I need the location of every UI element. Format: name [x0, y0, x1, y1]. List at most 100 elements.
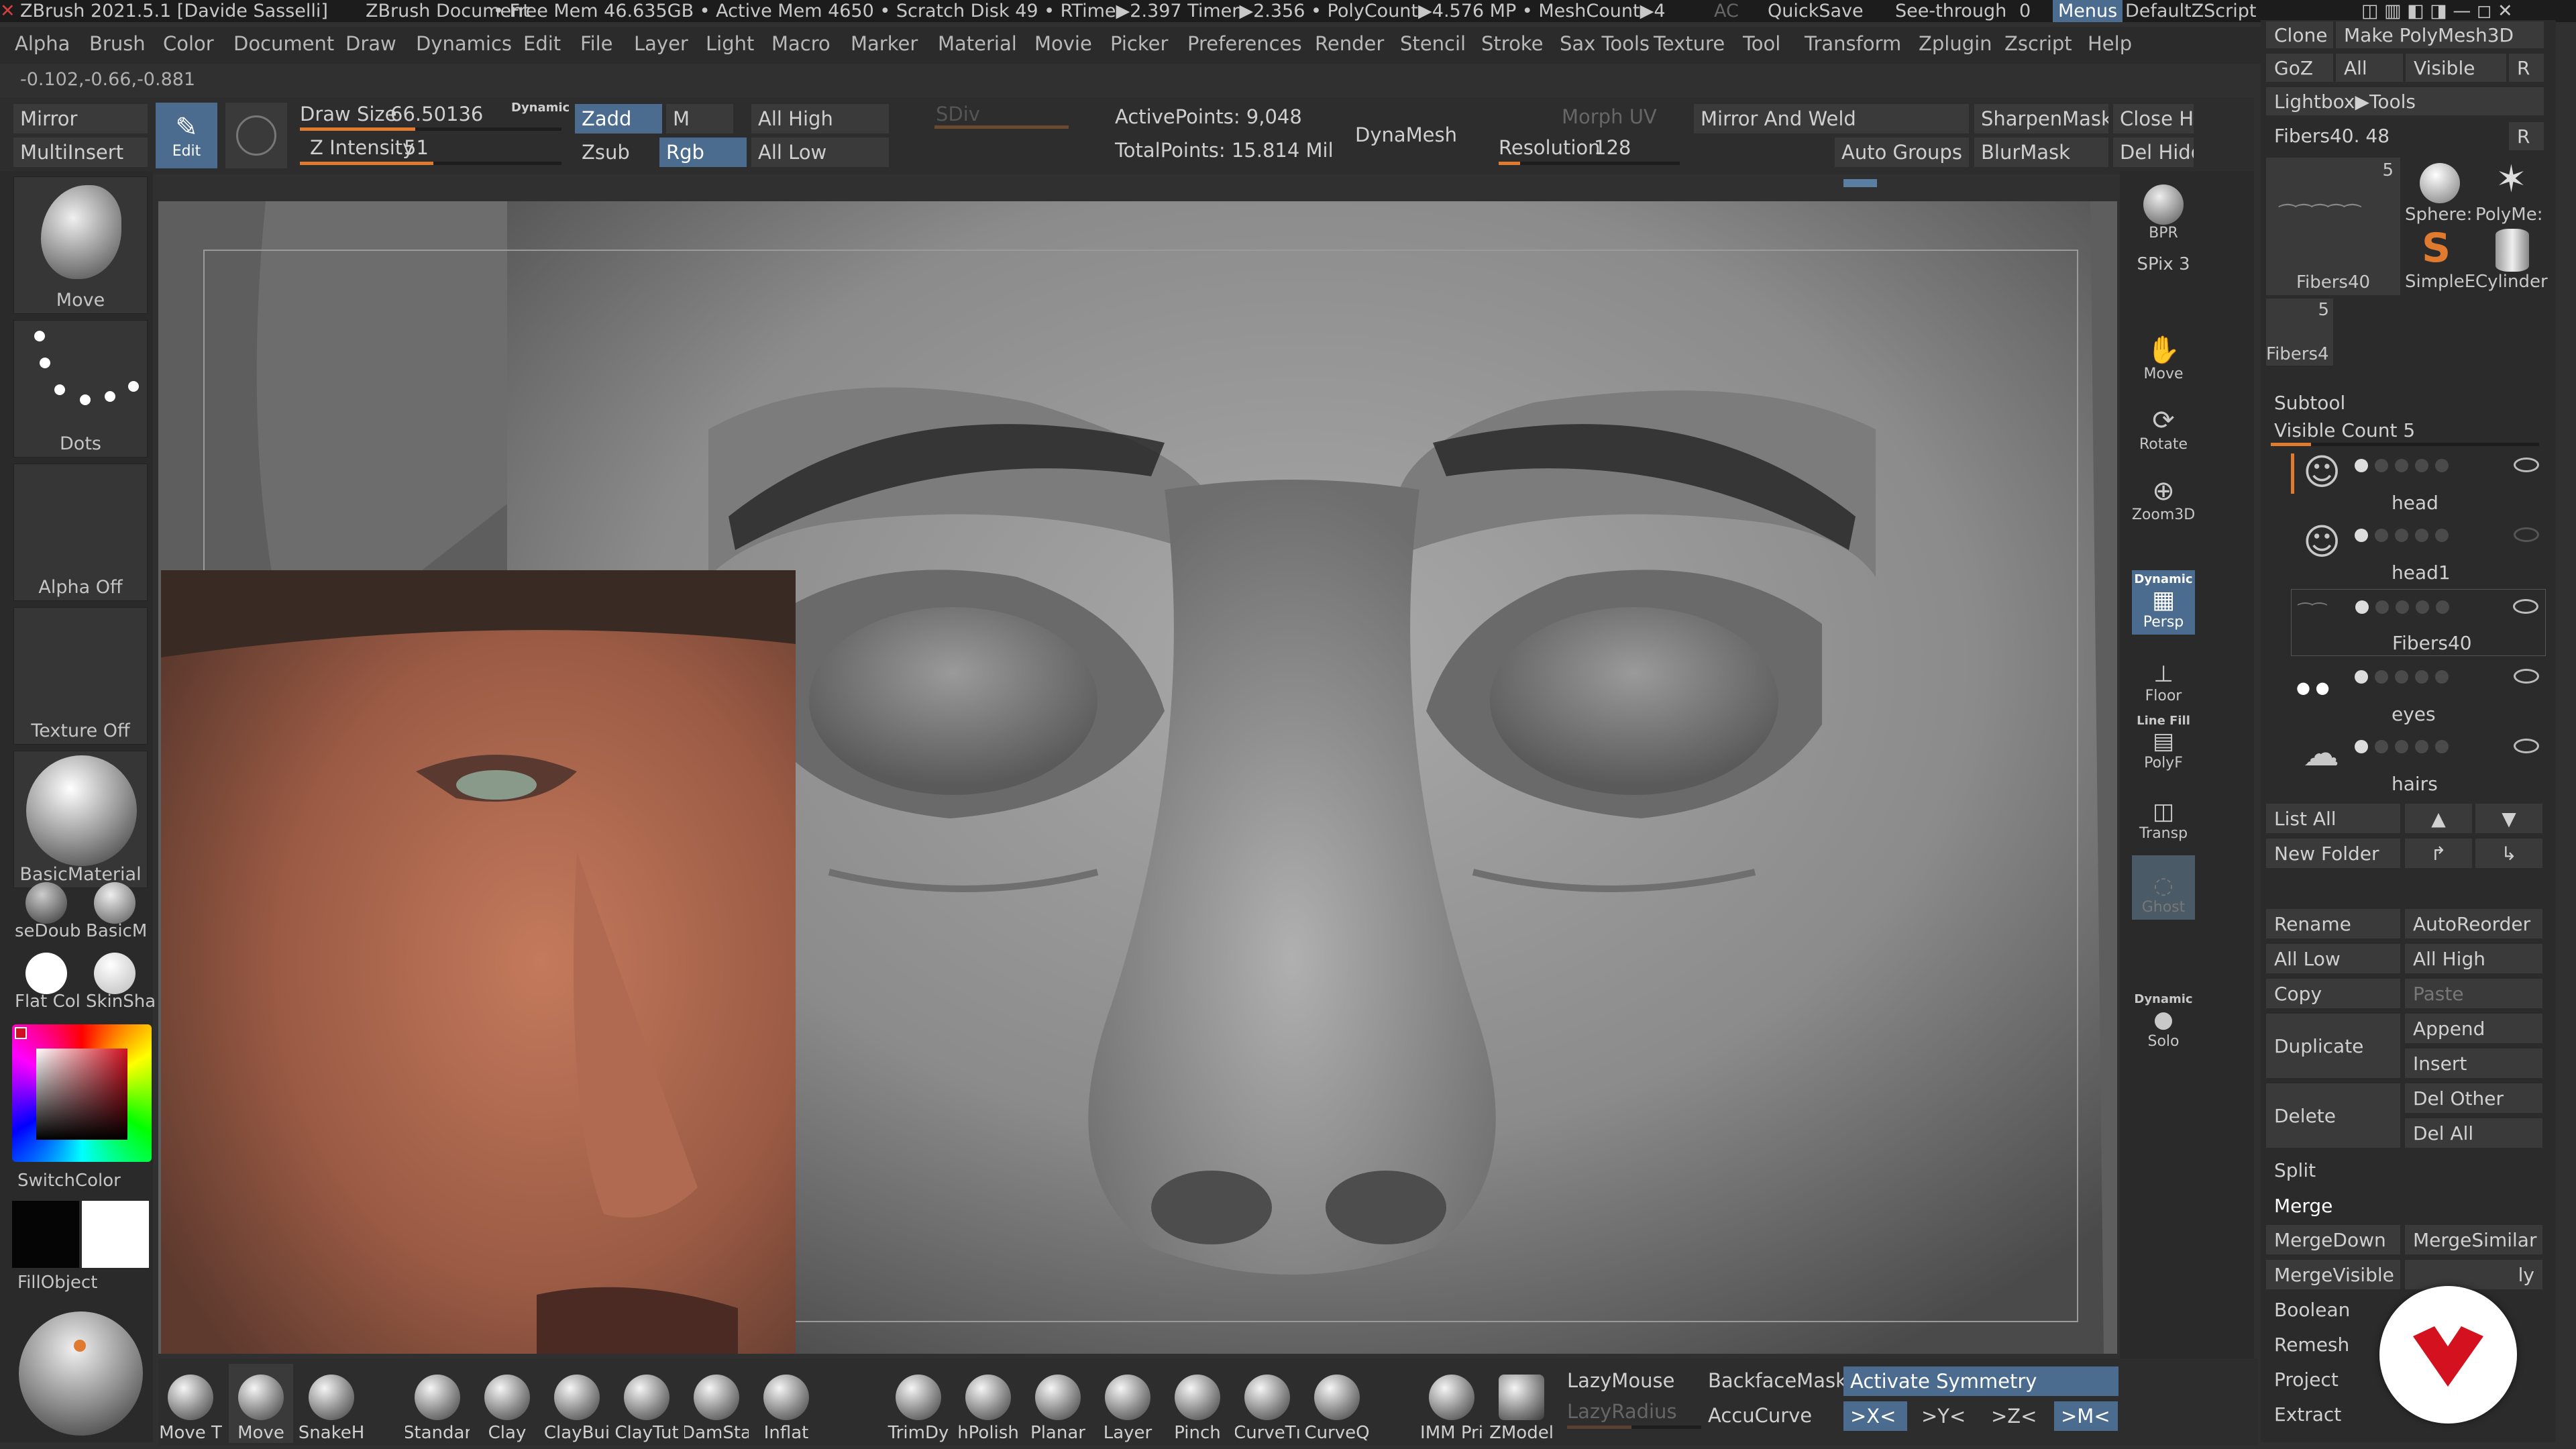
- subtool-head-toggles[interactable]: [2355, 459, 2449, 472]
- material-swatch-3[interactable]: [25, 953, 67, 994]
- draw-mode-button[interactable]: [225, 103, 287, 168]
- color-picker[interactable]: [12, 1024, 152, 1162]
- brush-standard[interactable]: Standar: [405, 1364, 470, 1443]
- auto-groups-button[interactable]: Auto Groups: [1835, 138, 1969, 167]
- tool-thumb-simplebrush[interactable]: S SimpleE: [2405, 225, 2475, 292]
- merge-visible-button[interactable]: MergeVisible: [2266, 1260, 2400, 1289]
- close-holes-button[interactable]: Close Hc: [2113, 104, 2194, 133]
- move-down-arrow-icon[interactable]: ▼: [2475, 804, 2542, 833]
- subtool-row-fibers[interactable]: ⁀⁀ Fibers40: [2291, 589, 2546, 656]
- merge-visible-extra-button[interactable]: ly: [2405, 1260, 2542, 1289]
- del-all-button[interactable]: Del All: [2405, 1118, 2542, 1148]
- eye-icon[interactable]: [2514, 458, 2539, 472]
- symmetry-z-button[interactable]: >Z<: [1984, 1401, 2048, 1431]
- brush-clay[interactable]: Clay: [475, 1364, 539, 1443]
- subtool-row-hairs[interactable]: ☁ hairs: [2291, 729, 2546, 796]
- all-low-subtool-button[interactable]: All Low: [2266, 944, 2400, 973]
- menu-document[interactable]: Document: [233, 32, 334, 55]
- menu-light[interactable]: Light: [706, 32, 754, 55]
- z-intensity-value[interactable]: 51: [404, 136, 429, 159]
- subtool-fibers-toggles[interactable]: [2355, 600, 2449, 614]
- default-zscript-button[interactable]: DefaultZScript: [2125, 0, 2256, 22]
- eye-icon[interactable]: [2514, 739, 2539, 753]
- append-button[interactable]: Append: [2405, 1014, 2542, 1043]
- folder-up-icon[interactable]: ↱: [2405, 839, 2472, 868]
- mirror-and-weld-button[interactable]: Mirror And Weld: [1694, 104, 1969, 133]
- tool-thumb-fibers-small[interactable]: 5 Fibers4: [2266, 299, 2333, 366]
- move-up-arrow-icon[interactable]: ▲: [2405, 804, 2472, 833]
- persp-button[interactable]: Dynamic ▦ Persp: [2132, 570, 2195, 635]
- blur-mask-button[interactable]: BlurMask: [1974, 138, 2108, 167]
- merge-similar-button[interactable]: MergeSimilar: [2405, 1225, 2542, 1254]
- menu-zscript[interactable]: Zscript: [2004, 32, 2072, 55]
- menu-brush[interactable]: Brush: [89, 32, 146, 55]
- menu-transform[interactable]: Transform: [1805, 32, 1901, 55]
- dynamesh-button[interactable]: DynaMesh: [1348, 104, 1486, 166]
- zadd-button[interactable]: Zadd: [575, 104, 662, 133]
- subtool-row-eyes[interactable]: ● ● eyes: [2291, 659, 2546, 727]
- z-intensity-slider[interactable]: [300, 162, 561, 165]
- menu-render[interactable]: Render: [1315, 32, 1384, 55]
- resolution-slider[interactable]: [1499, 162, 1680, 165]
- subtool-eyes-toggles[interactable]: [2355, 670, 2449, 684]
- auto-reorder-button[interactable]: AutoReorder: [2405, 909, 2542, 938]
- see-through-value[interactable]: 0: [2019, 0, 2031, 22]
- tool-thumb-polymesh[interactable]: ✶ PolyMe:: [2475, 158, 2546, 225]
- activate-symmetry-button[interactable]: Activate Symmetry: [1843, 1366, 2118, 1396]
- menu-alpha[interactable]: Alpha: [15, 32, 70, 55]
- brush-move-topological[interactable]: Move T: [158, 1364, 223, 1443]
- switch-color-button[interactable]: SwitchColor: [17, 1171, 121, 1191]
- menu-sax-tools[interactable]: Sax Tools: [1560, 32, 1650, 55]
- subtool-row-head1[interactable]: ☺ head1: [2291, 518, 2546, 585]
- duplicate-button[interactable]: Duplicate: [2266, 1014, 2400, 1078]
- mirror-button[interactable]: Mirror: [13, 104, 148, 133]
- polyf-button[interactable]: Line Fill ▤ PolyF: [2132, 711, 2195, 775]
- brush-hpolish[interactable]: hPolish: [956, 1364, 1020, 1443]
- del-hidden-button[interactable]: Del Hidd: [2113, 138, 2194, 167]
- symmetry-y-button[interactable]: >Y<: [1915, 1401, 1978, 1431]
- material-selector[interactable]: BasicMaterial: [13, 751, 148, 888]
- see-through-label[interactable]: See-through: [1895, 0, 2006, 22]
- menu-draw[interactable]: Draw: [345, 32, 396, 55]
- morph-uv-button[interactable]: Morph UV: [1562, 105, 1657, 128]
- rename-button[interactable]: Rename: [2266, 909, 2400, 938]
- folder-down-icon[interactable]: ↳: [2475, 839, 2542, 868]
- move-view-button[interactable]: ✋ Move: [2132, 322, 2195, 386]
- fill-object-button[interactable]: FillObject: [17, 1273, 97, 1293]
- visible-count-slider[interactable]: [2271, 443, 2539, 446]
- tool-r-button[interactable]: R: [2509, 122, 2544, 150]
- brush-claybuildup[interactable]: ClayBui: [545, 1364, 609, 1443]
- insert-button[interactable]: Insert: [2405, 1049, 2542, 1078]
- all-high-button[interactable]: All High: [751, 104, 889, 133]
- menus-toggle[interactable]: Menus: [2053, 0, 2123, 22]
- brush-curvetube[interactable]: CurveTı: [1235, 1364, 1299, 1443]
- paste-button[interactable]: Paste: [2405, 979, 2542, 1008]
- texture-selector[interactable]: Texture Off: [13, 607, 148, 745]
- all-low-button[interactable]: All Low: [751, 138, 889, 167]
- menu-marker[interactable]: Marker: [851, 32, 918, 55]
- zsub-button[interactable]: Zsub: [575, 138, 662, 167]
- sdiv-slider[interactable]: [934, 125, 1069, 129]
- eye-icon[interactable]: [2514, 669, 2539, 684]
- brush-curvequad[interactable]: CurveQ: [1305, 1364, 1369, 1443]
- subtool-head1-toggles[interactable]: [2355, 529, 2449, 542]
- m-button[interactable]: M: [666, 104, 733, 133]
- ac-indicator[interactable]: AC: [1714, 0, 1739, 22]
- menu-stroke[interactable]: Stroke: [1481, 32, 1543, 55]
- brush-zmodeler[interactable]: ZModel: [1489, 1364, 1554, 1443]
- list-all-button[interactable]: List All: [2266, 804, 2400, 833]
- resolution-value[interactable]: 128: [1594, 136, 1631, 159]
- toolbar-scroll-indicator[interactable]: [1843, 179, 1877, 187]
- brush-planar[interactable]: Planar: [1026, 1364, 1090, 1443]
- menu-help[interactable]: Help: [2088, 32, 2132, 55]
- subtool-header[interactable]: Subtool: [2266, 389, 2467, 416]
- accucurve-button[interactable]: AccuCurve: [1708, 1404, 1812, 1427]
- solo-button[interactable]: Dynamic ● Solo: [2132, 989, 2195, 1054]
- symmetry-m-button[interactable]: >M<: [2054, 1401, 2118, 1431]
- brush-selector[interactable]: Move: [13, 176, 148, 314]
- menu-zplugin[interactable]: Zplugin: [1919, 32, 1992, 55]
- lightbox-tools-button[interactable]: Lightbox▶Tools: [2266, 87, 2544, 115]
- spix-button[interactable]: SPix 3: [2132, 238, 2195, 278]
- all-high-subtool-button[interactable]: All High: [2405, 944, 2542, 973]
- sharpen-mask-button[interactable]: SharpenMask: [1974, 104, 2108, 133]
